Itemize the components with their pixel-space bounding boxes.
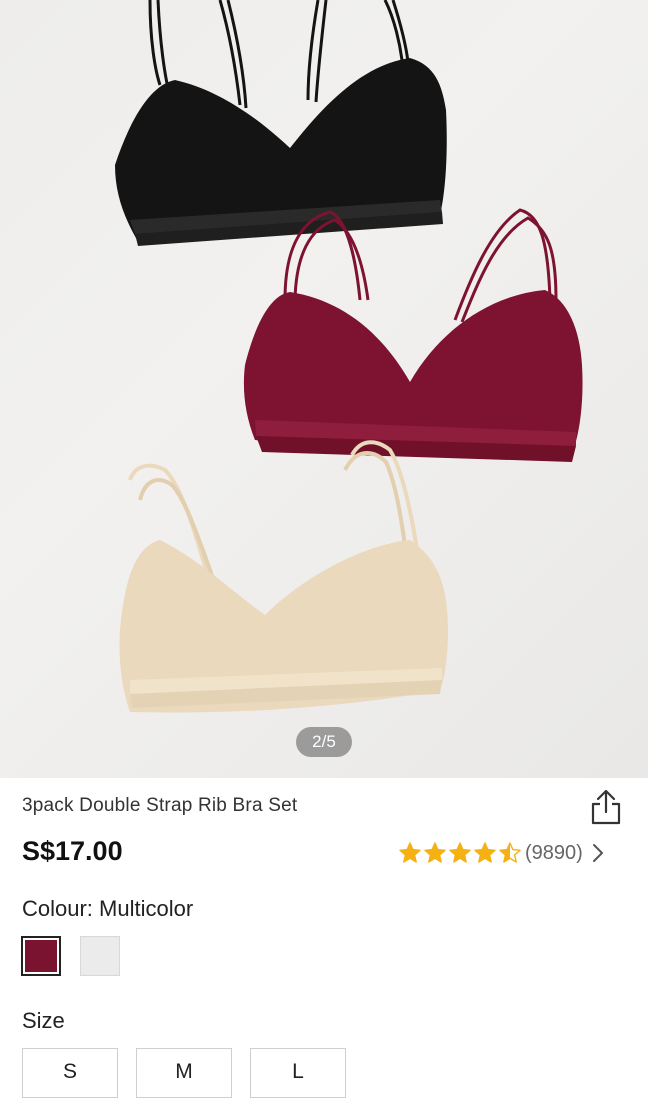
star-icon (474, 842, 496, 863)
review-count: (9890) (525, 841, 583, 864)
swatch-fill (25, 940, 57, 972)
star-icon (499, 842, 521, 863)
star-icon (424, 842, 446, 863)
rating-stars (398, 841, 523, 865)
product-photo (115, 0, 583, 713)
colour-label: Colour: Multicolor (22, 896, 194, 921)
star-icon (399, 842, 421, 863)
rating-summary[interactable]: (9890) (398, 838, 605, 868)
image-counter: 2/5 (296, 727, 352, 757)
burgundy-bra-image (243, 208, 583, 462)
size-option-s[interactable]: S (22, 1048, 118, 1098)
nude-bra-image (119, 440, 449, 713)
share-button[interactable] (588, 788, 624, 826)
product-title: 3pack Double Strap Rib Bra Set (22, 795, 298, 816)
chevron-right-icon (592, 844, 603, 862)
colour-swatch-burgundy[interactable] (21, 936, 61, 976)
product-price: S$17.00 (22, 836, 123, 866)
share-icon (591, 789, 621, 825)
size-option-l[interactable]: L (250, 1048, 346, 1098)
size-option-m[interactable]: M (136, 1048, 232, 1098)
black-bra-image (115, 0, 447, 246)
star-icon (449, 842, 471, 863)
colour-swatch-light-grey[interactable] (80, 936, 120, 976)
product-image-gallery[interactable]: 2/5 (0, 0, 648, 778)
size-label: Size (22, 1008, 65, 1033)
